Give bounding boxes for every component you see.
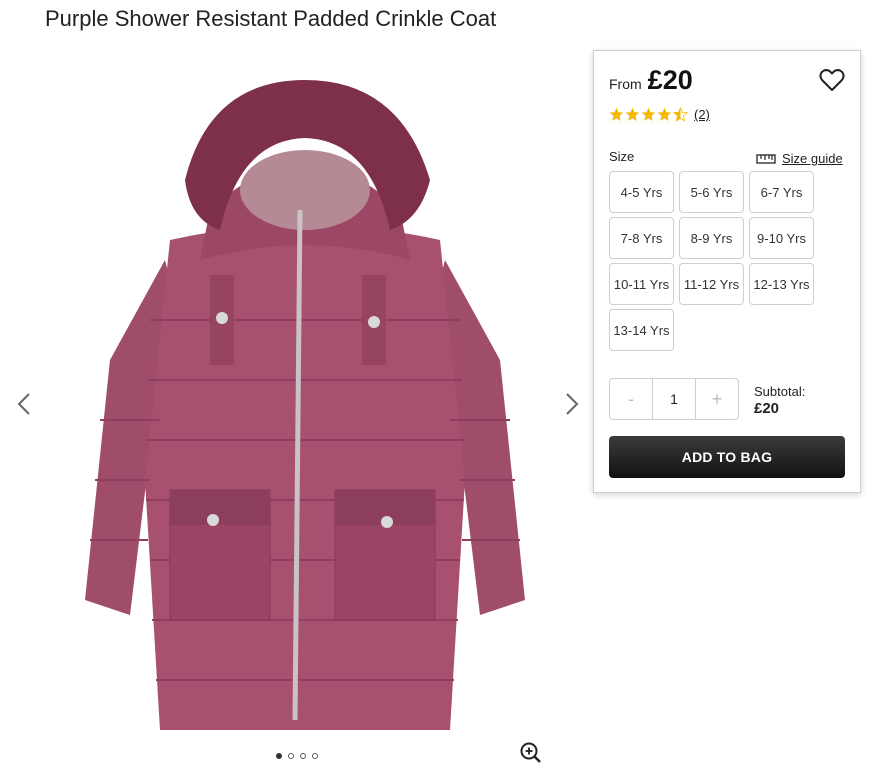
increase-quantity-button[interactable]: + [696, 379, 738, 419]
star-rating [609, 107, 688, 122]
coat-illustration [85, 80, 525, 730]
size-option[interactable]: 9-10 Yrs [749, 217, 814, 259]
price-row: From £20 [609, 65, 693, 96]
half-star-icon [673, 107, 688, 122]
subtotal: Subtotal: £20 [754, 383, 805, 417]
decrease-quantity-button[interactable]: - [610, 379, 652, 419]
size-option[interactable]: 11-12 Yrs [679, 263, 744, 305]
pagination-dot[interactable] [288, 753, 294, 759]
image-pagination [276, 753, 318, 759]
size-options: 4-5 Yrs 5-6 Yrs 6-7 Yrs 7-8 Yrs 8-9 Yrs … [609, 171, 814, 351]
chevron-left-icon [17, 393, 30, 415]
product-gallery [0, 50, 590, 763]
size-option[interactable]: 12-13 Yrs [749, 263, 814, 305]
price: £20 [647, 65, 693, 95]
size-option[interactable]: 7-8 Yrs [609, 217, 674, 259]
rating: (2) [609, 107, 710, 122]
wishlist-button[interactable] [819, 68, 845, 92]
next-image-button[interactable] [562, 390, 582, 418]
subtotal-label: Subtotal: [754, 384, 806, 399]
pagination-dot[interactable] [300, 753, 306, 759]
pagination-dot[interactable] [312, 753, 318, 759]
purchase-panel: From £20 (2) Size Size guide 4-5 Yrs 5-6… [593, 50, 861, 493]
previous-image-button[interactable] [14, 390, 34, 418]
size-label: Size [609, 149, 635, 164]
subtotal-value: £20 [754, 400, 780, 417]
pagination-dot[interactable] [276, 753, 282, 759]
size-option[interactable]: 13-14 Yrs [609, 309, 674, 351]
product-title: Purple Shower Resistant Padded Crinkle C… [45, 6, 497, 31]
star-icon [625, 107, 640, 121]
quantity-input[interactable]: 1 [652, 379, 696, 419]
size-option[interactable]: 8-9 Yrs [679, 217, 744, 259]
chevron-right-icon [566, 393, 579, 415]
from-label: From [609, 76, 642, 92]
size-option[interactable]: 4-5 Yrs [609, 171, 674, 213]
size-guide-label: Size guide [782, 151, 843, 166]
ruler-icon [756, 153, 776, 164]
review-count-link[interactable]: (2) [694, 107, 710, 122]
size-option[interactable]: 6-7 Yrs [749, 171, 814, 213]
heart-icon [819, 69, 845, 91]
size-guide-link[interactable]: Size guide [756, 151, 843, 166]
add-to-bag-button[interactable]: ADD TO BAG [609, 436, 845, 478]
product-image[interactable] [70, 60, 540, 730]
size-option[interactable]: 10-11 Yrs [609, 263, 674, 305]
size-option[interactable]: 5-6 Yrs [679, 171, 744, 213]
star-icon [609, 107, 624, 121]
star-icon [657, 107, 672, 121]
star-icon [641, 107, 656, 121]
quantity-stepper: - 1 + [609, 378, 739, 420]
